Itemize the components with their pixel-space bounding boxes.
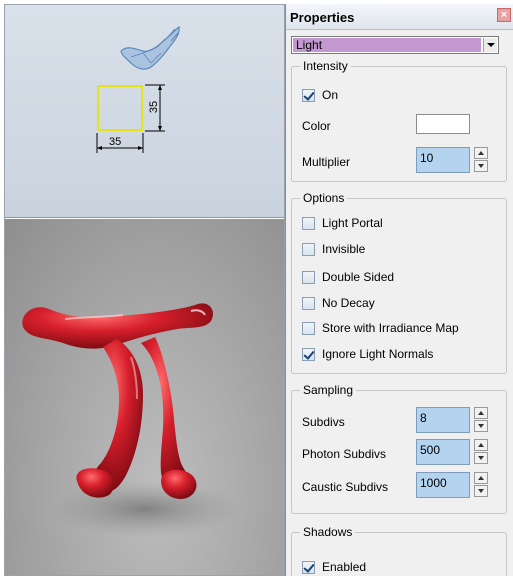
spinner-up-icon[interactable] bbox=[474, 472, 488, 484]
option-ignore-light-normals[interactable]: Ignore Light Normals bbox=[302, 346, 433, 362]
spinner-down-icon[interactable] bbox=[474, 485, 488, 497]
spinner-up-icon[interactable] bbox=[474, 147, 488, 159]
properties-panel: Properties × Light Intensity On Color Mu… bbox=[285, 4, 513, 576]
color-label: Color bbox=[302, 119, 331, 133]
options-legend: Options bbox=[300, 191, 348, 205]
panel-title-bar[interactable]: Properties × bbox=[286, 4, 513, 30]
multiplier-input[interactable]: 10 bbox=[416, 147, 470, 173]
light-portal-checkbox[interactable] bbox=[302, 216, 315, 230]
light-width-label: 35 bbox=[109, 136, 122, 148]
on-label: On bbox=[322, 88, 339, 102]
on-checkbox-row[interactable]: On bbox=[302, 87, 338, 103]
no-decay-label: No Decay bbox=[322, 296, 375, 310]
photon-subdivs-spinner: 500 bbox=[416, 439, 490, 465]
spinner-up-icon[interactable] bbox=[474, 439, 488, 451]
subdivs-input[interactable]: 8 bbox=[416, 407, 470, 433]
spinner-down-icon[interactable] bbox=[474, 160, 488, 172]
light-portal-label: Light Portal bbox=[322, 216, 383, 230]
intensity-group: Intensity On Color Multiplier 10 bbox=[291, 59, 507, 182]
viewport[interactable]: 35 35 bbox=[4, 4, 285, 576]
caustic-subdivs-label: Caustic Subdivs bbox=[302, 480, 389, 494]
shadows-enabled-label: Enabled bbox=[322, 560, 367, 574]
spinner-down-icon[interactable] bbox=[474, 420, 488, 432]
option-light-portal[interactable]: Light Portal bbox=[302, 215, 383, 231]
store-irradiance-checkbox[interactable] bbox=[302, 321, 315, 335]
on-checkbox[interactable] bbox=[302, 88, 315, 102]
photon-subdivs-label: Photon Subdivs bbox=[302, 447, 387, 461]
shadows-group: Shadows Enabled bbox=[291, 525, 507, 576]
shadows-enabled-checkbox[interactable] bbox=[302, 560, 315, 574]
intensity-legend: Intensity bbox=[300, 59, 351, 73]
red-character-model bbox=[22, 303, 240, 537]
chevron-down-icon[interactable] bbox=[483, 38, 497, 52]
light-height-label: 35 bbox=[148, 100, 161, 114]
options-group: Options Light Portal Invisible Double Si… bbox=[291, 191, 507, 374]
ignore-light-normals-label: Ignore Light Normals bbox=[322, 347, 434, 361]
invisible-label: Invisible bbox=[322, 242, 366, 256]
sampling-legend: Sampling bbox=[300, 383, 357, 397]
light-type-select-value: Light bbox=[293, 38, 481, 52]
no-decay-checkbox[interactable] bbox=[302, 296, 315, 310]
shadows-enabled-row[interactable]: Enabled bbox=[302, 559, 366, 575]
dimension-lines bbox=[96, 84, 165, 153]
invisible-checkbox[interactable] bbox=[302, 242, 315, 256]
multiplier-label: Multiplier bbox=[302, 155, 351, 169]
spinner-up-icon[interactable] bbox=[474, 407, 488, 419]
render-view[interactable] bbox=[5, 219, 284, 575]
top-view-viewport[interactable]: 35 35 bbox=[5, 5, 284, 218]
option-store-irradiance[interactable]: Store with Irradiance Map bbox=[302, 320, 459, 336]
shadows-legend: Shadows bbox=[300, 525, 356, 539]
subdivs-label: Subdivs bbox=[302, 415, 345, 429]
color-swatch[interactable] bbox=[416, 114, 470, 134]
option-double-sided[interactable]: Double Sided bbox=[302, 269, 394, 285]
ignore-light-normals-checkbox[interactable] bbox=[302, 347, 315, 361]
light-type-select[interactable]: Light bbox=[291, 36, 499, 54]
store-irradiance-label: Store with Irradiance Map bbox=[322, 321, 459, 335]
close-icon[interactable]: × bbox=[497, 8, 511, 22]
option-no-decay[interactable]: No Decay bbox=[302, 295, 375, 311]
double-sided-checkbox[interactable] bbox=[302, 270, 315, 284]
double-sided-label: Double Sided bbox=[322, 270, 395, 284]
panel-title: Properties bbox=[290, 10, 355, 25]
photon-subdivs-input[interactable]: 500 bbox=[416, 439, 470, 465]
sampling-group: Sampling Subdivs 8 Photon Subdivs 500 Ca… bbox=[291, 383, 507, 514]
caustic-subdivs-spinner: 1000 bbox=[416, 472, 490, 498]
subdivs-spinner: 8 bbox=[416, 407, 490, 433]
caustic-subdivs-input[interactable]: 1000 bbox=[416, 472, 470, 498]
option-invisible[interactable]: Invisible bbox=[302, 241, 365, 257]
spinner-down-icon[interactable] bbox=[474, 452, 488, 464]
multiplier-spinner: 10 bbox=[416, 147, 490, 173]
